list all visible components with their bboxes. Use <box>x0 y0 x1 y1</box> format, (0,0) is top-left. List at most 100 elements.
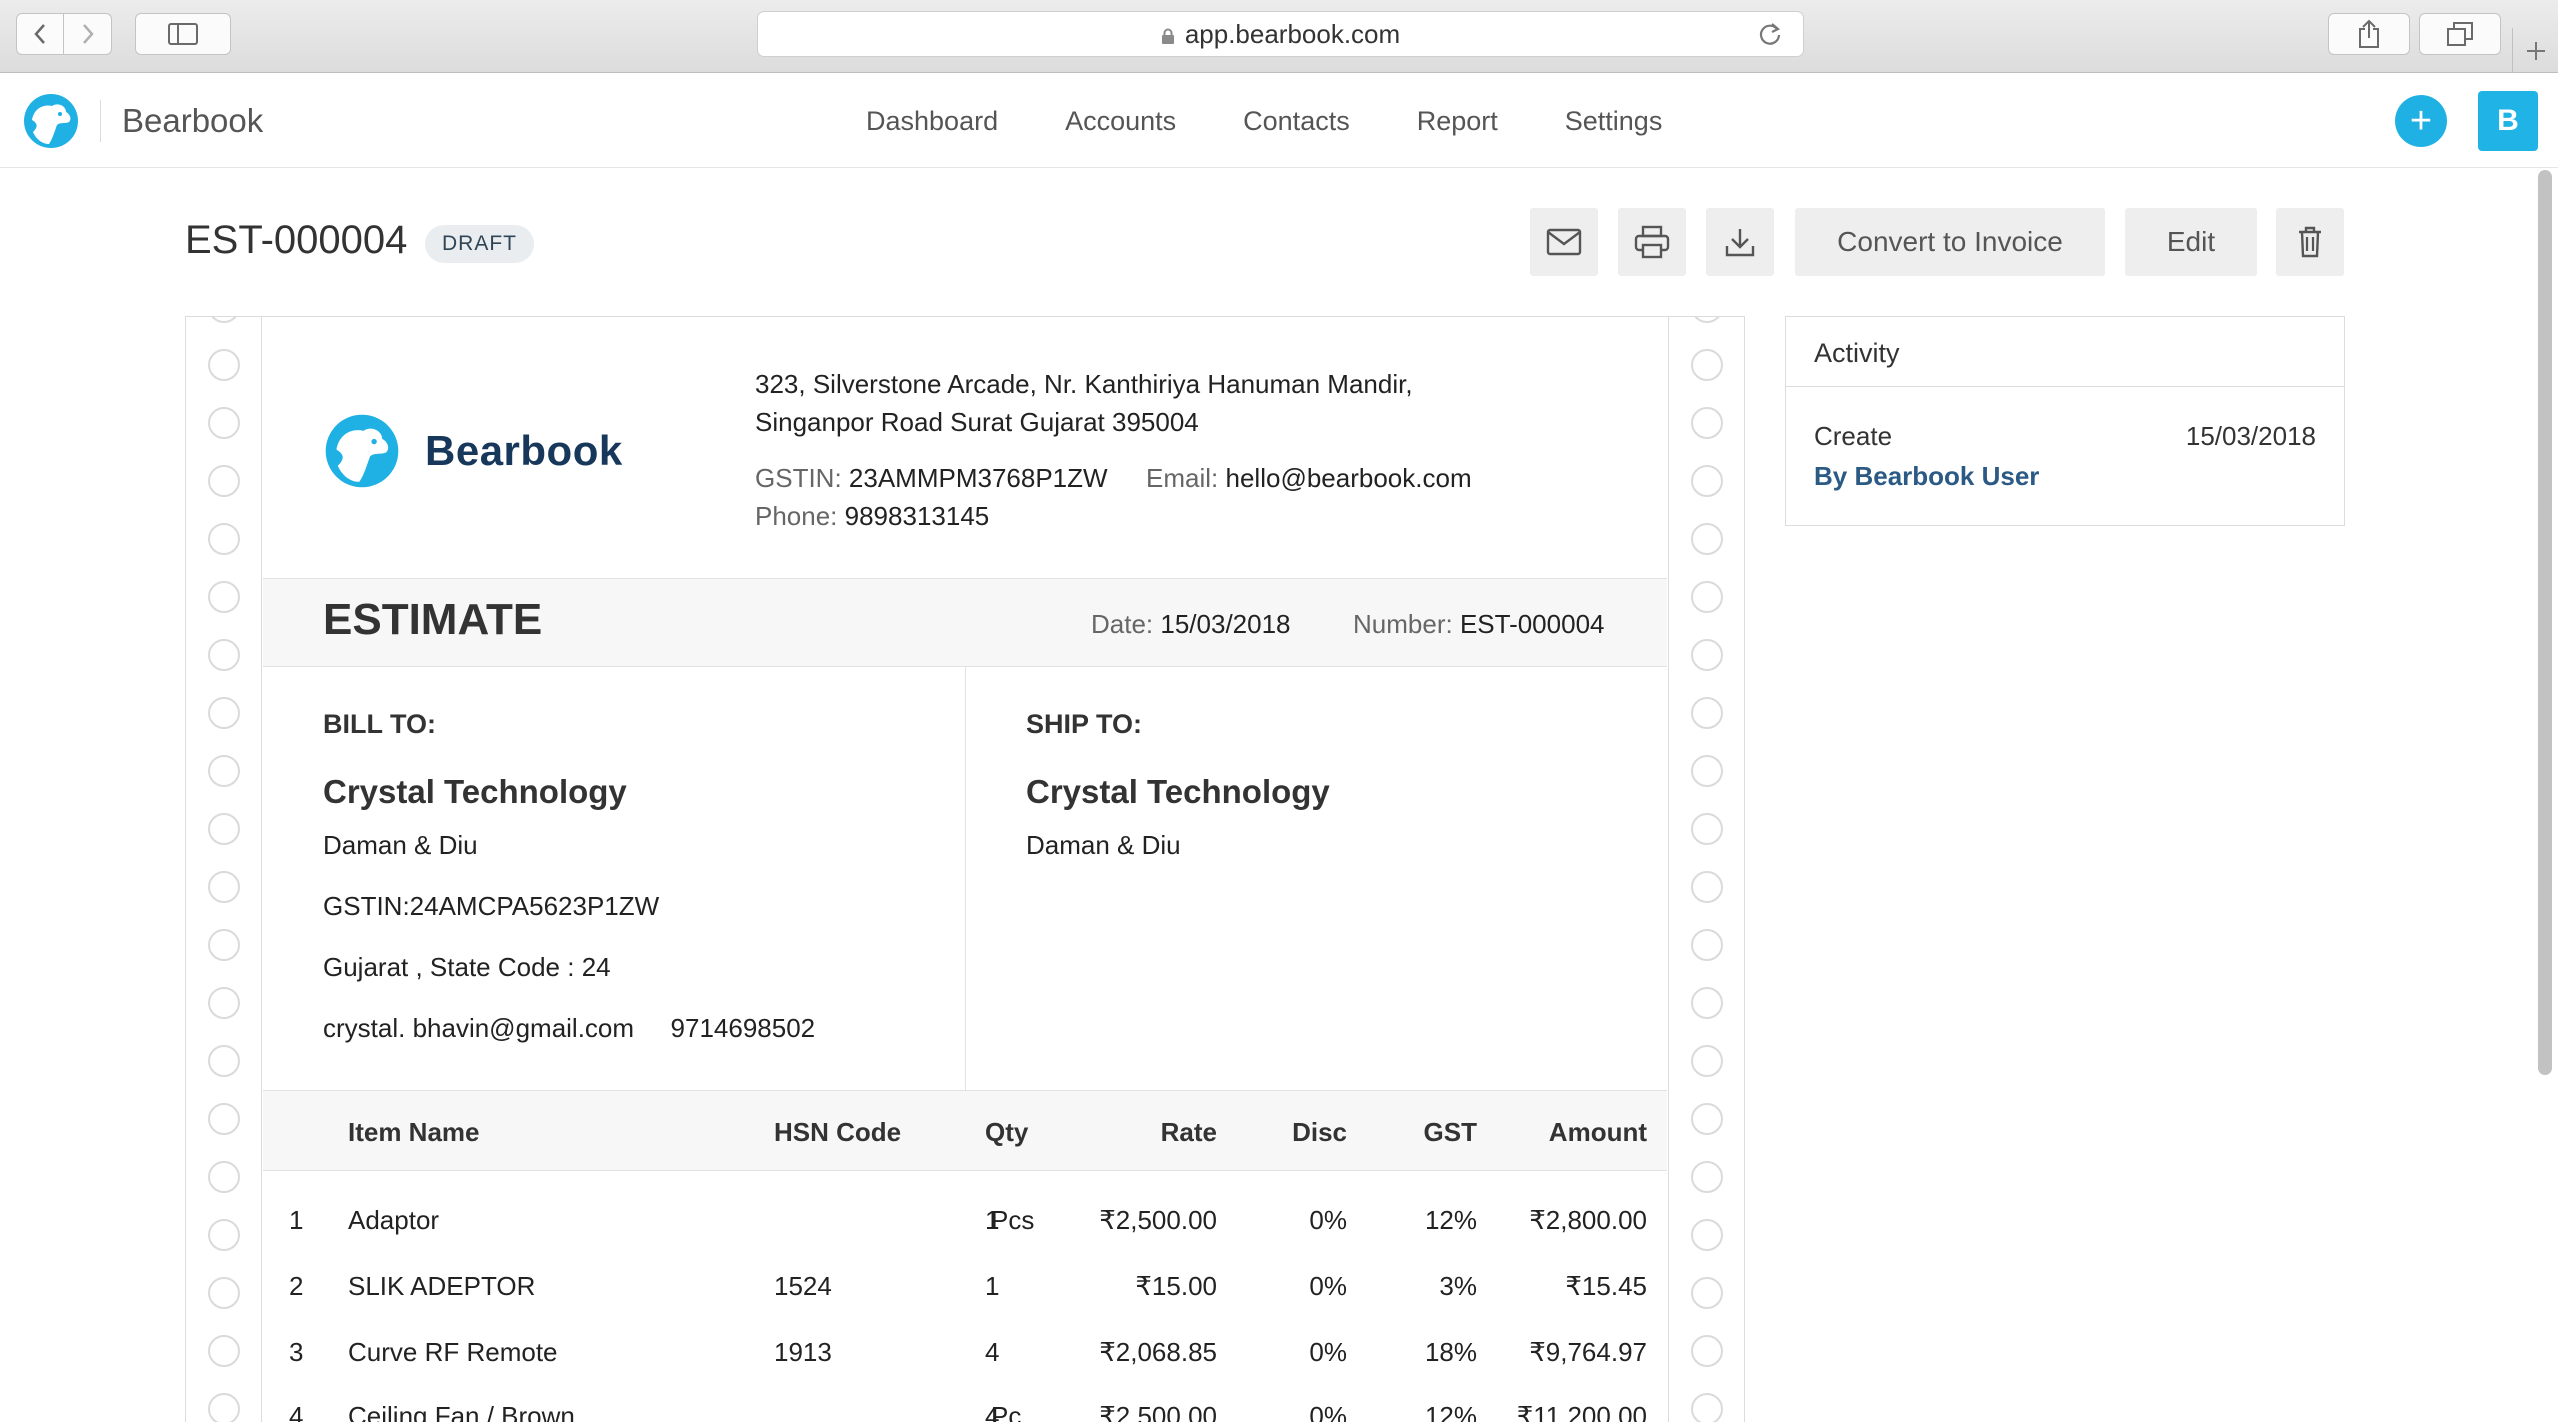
qty-unit: Pc <box>991 1401 1022 1422</box>
company-gstin: 23AMMPM3768P1ZW <box>848 463 1108 493</box>
perforation-hole <box>208 349 240 381</box>
perforation-hole <box>1691 1277 1723 1309</box>
perforation-hole <box>208 1161 240 1193</box>
perforation-hole <box>1691 1393 1723 1422</box>
phone-label: Phone: <box>755 501 838 531</box>
perforation-hole <box>1691 871 1723 903</box>
qty-value: 1 <box>985 1271 1000 1301</box>
perforation-hole <box>1691 755 1723 787</box>
back-button[interactable] <box>16 13 64 55</box>
item-rate: ₹15.00 <box>1135 1271 1217 1301</box>
activity-event: Create <box>1814 421 1893 451</box>
date-label: Date: <box>1091 609 1154 639</box>
print-button[interactable] <box>1618 208 1686 276</box>
date-value: 15/03/2018 <box>1160 609 1291 639</box>
item-disc: 0% <box>1309 1205 1347 1235</box>
perforation-hole <box>1691 813 1723 845</box>
number-value: EST-000004 <box>1459 609 1605 639</box>
nav-accounts[interactable]: Accounts <box>1065 106 1176 137</box>
status-badge: DRAFT <box>425 225 534 263</box>
chevron-left-icon <box>34 24 45 44</box>
perforation-hole <box>208 987 240 1019</box>
page-scrollbar[interactable] <box>2538 170 2552 1075</box>
nav-contacts[interactable]: Contacts <box>1243 106 1350 137</box>
address-bar[interactable]: app.bearbook.com <box>757 11 1804 57</box>
perforation-hole <box>1691 349 1723 381</box>
address-line-2: Singanpor Road Surat Gujarat 395004 <box>755 407 1199 437</box>
page-title: EST-000004 <box>185 218 408 262</box>
item-amount: ₹2,800.00 <box>1529 1205 1647 1235</box>
plus-icon: + <box>2409 99 2433 142</box>
perforation-hole <box>208 929 240 961</box>
company-logo: Bearbook <box>323 412 623 490</box>
perforation-hole <box>1691 581 1723 613</box>
sidebar-icon <box>168 23 198 45</box>
bearbook-logo[interactable] <box>22 92 80 155</box>
company-email: hello@bearbook.com <box>1225 463 1472 493</box>
perforation-hole <box>1691 1335 1723 1367</box>
item-name: Adaptor <box>348 1205 440 1235</box>
perforation-hole <box>1691 407 1723 439</box>
perforation-hole <box>208 813 240 845</box>
ship-to-heading: SHIP TO: <box>1026 709 1143 739</box>
perforation-hole <box>1691 523 1723 555</box>
col-qty: Qty <box>985 1117 1029 1147</box>
nav-report[interactable]: Report <box>1417 106 1498 137</box>
estimate-info-bar: ESTIMATE Date: 15/03/2018 Number: EST-00… <box>263 579 1667 667</box>
url-text: app.bearbook.com <box>1184 18 1401 49</box>
ship-to-block: SHIP TO: Crystal Technology Daman & Diu <box>966 667 1667 1090</box>
perforation-hole <box>1691 987 1723 1019</box>
perforation-hole <box>208 755 240 787</box>
col-disc: Disc <box>1292 1117 1347 1147</box>
browser-toolbar: app.bearbook.com <box>0 0 2558 73</box>
item-disc: 0% <box>1309 1271 1347 1301</box>
tabs-overview-button[interactable] <box>2419 13 2501 55</box>
download-button[interactable] <box>1706 208 1774 276</box>
ship-to-region: Daman & Diu <box>1026 830 1181 860</box>
item-gst: 18% <box>1424 1337 1477 1367</box>
estimate-document: Bearbook 323, Silverstone Arcade, Nr. Ka… <box>185 316 1745 1422</box>
perforation-hole <box>208 1045 240 1077</box>
delete-button[interactable] <box>2276 208 2344 276</box>
table-row: 2 SLIK ADEPTOR 1524 1 ₹15.00 0% 3% ₹15.4… <box>263 1271 1667 1337</box>
sidebar-toggle-button[interactable] <box>135 13 231 55</box>
nav-settings[interactable]: Settings <box>1565 106 1663 137</box>
convert-to-invoice-button[interactable]: Convert to Invoice <box>1795 208 2105 276</box>
brand-name[interactable]: Bearbook <box>122 102 263 140</box>
company-meta: GSTIN: 23AMMPM3768P1ZW Email: hello@bear… <box>755 459 1472 535</box>
table-row: 1 Adaptor 1 Pcs ₹2,500.00 0% 12% ₹2,800.0… <box>263 1205 1667 1271</box>
edit-button[interactable]: Edit <box>2125 208 2257 276</box>
mail-icon <box>1546 228 1582 256</box>
email-button[interactable] <box>1530 208 1598 276</box>
address-line-1: 323, Silverstone Arcade, Nr. Kanthiriya … <box>755 369 1413 399</box>
col-amount: Amount <box>1548 1117 1647 1147</box>
reload-icon[interactable] <box>1757 21 1783 47</box>
user-avatar[interactable]: B <box>2478 91 2538 151</box>
bill-to-gstin: GSTIN:24AMCPA5623P1ZW <box>323 891 660 921</box>
perforation-hole <box>1691 697 1723 729</box>
estimate-number: Number: EST-000004 <box>1353 609 1605 640</box>
table-row: 4 Ceiling Fan / Brown 4 Pc ₹2,500.00 0% 1… <box>263 1401 1667 1422</box>
company-address: 323, Silverstone Arcade, Nr. Kanthiriya … <box>755 365 1413 441</box>
nav-dashboard[interactable]: Dashboard <box>866 106 998 137</box>
row-index: 1 <box>289 1205 304 1235</box>
perforation-hole <box>208 697 240 729</box>
col-item-name: Item Name <box>348 1117 480 1147</box>
bill-to-region: Daman & Diu <box>323 830 478 860</box>
forward-button[interactable] <box>64 13 112 55</box>
bill-to-phone: 9714698502 <box>670 1013 816 1043</box>
perforation-hole <box>208 1103 240 1135</box>
perforation-hole <box>1691 1045 1723 1077</box>
share-button[interactable] <box>2328 13 2410 55</box>
activity-author[interactable]: By Bearbook User <box>1814 461 2039 492</box>
quick-add-button[interactable]: + <box>2395 95 2447 147</box>
new-tab-button[interactable] <box>2512 28 2558 73</box>
row-index: 3 <box>289 1337 304 1367</box>
printer-icon <box>1634 225 1670 259</box>
download-icon <box>1725 229 1755 257</box>
item-rate: ₹2,068.85 <box>1099 1337 1217 1367</box>
bill-to-name: Crystal Technology <box>323 773 627 810</box>
item-gst: 3% <box>1439 1271 1477 1301</box>
perforation-hole <box>208 407 240 439</box>
perforation-hole <box>1691 1103 1723 1135</box>
